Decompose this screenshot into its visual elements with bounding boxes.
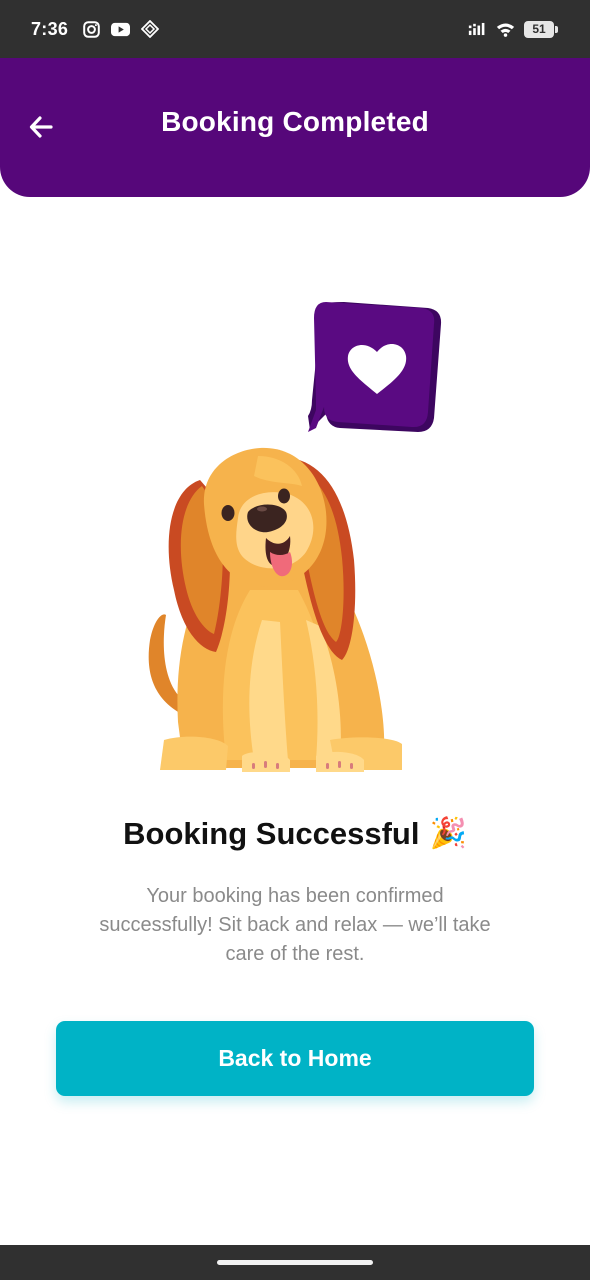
back-to-home-button[interactable]: Back to Home bbox=[56, 1021, 534, 1096]
page-title: Booking Completed bbox=[161, 106, 429, 137]
wifi-icon bbox=[496, 20, 515, 39]
signal-icon bbox=[468, 20, 487, 39]
status-right: 51 bbox=[468, 20, 558, 39]
back-to-home-label: Back to Home bbox=[218, 1045, 372, 1071]
dog-illustration bbox=[130, 290, 460, 780]
success-message: Your booking has been confirmed successf… bbox=[99, 885, 491, 965]
home-indicator[interactable] bbox=[217, 1260, 373, 1265]
success-title-text: Booking Successful bbox=[123, 816, 420, 851]
app-diamond-icon bbox=[140, 20, 159, 39]
success-title: Booking Successful 🎉 bbox=[0, 816, 590, 852]
status-time: 7:36 bbox=[31, 18, 69, 39]
status-left: 7:36 bbox=[31, 19, 159, 40]
system-nav-bar bbox=[0, 1245, 590, 1280]
battery-icon: 51 bbox=[524, 20, 558, 38]
instagram-icon bbox=[82, 20, 101, 39]
heart-bubble-icon bbox=[308, 302, 442, 432]
party-popper-icon: 🎉 bbox=[429, 817, 467, 850]
status-bar: 7:36 51 bbox=[0, 0, 590, 58]
youtube-icon bbox=[111, 20, 131, 39]
booking-completed-screen: 7:36 51 Booking Completed Booking Succes… bbox=[0, 0, 590, 1280]
app-header: Booking Completed bbox=[0, 58, 590, 197]
